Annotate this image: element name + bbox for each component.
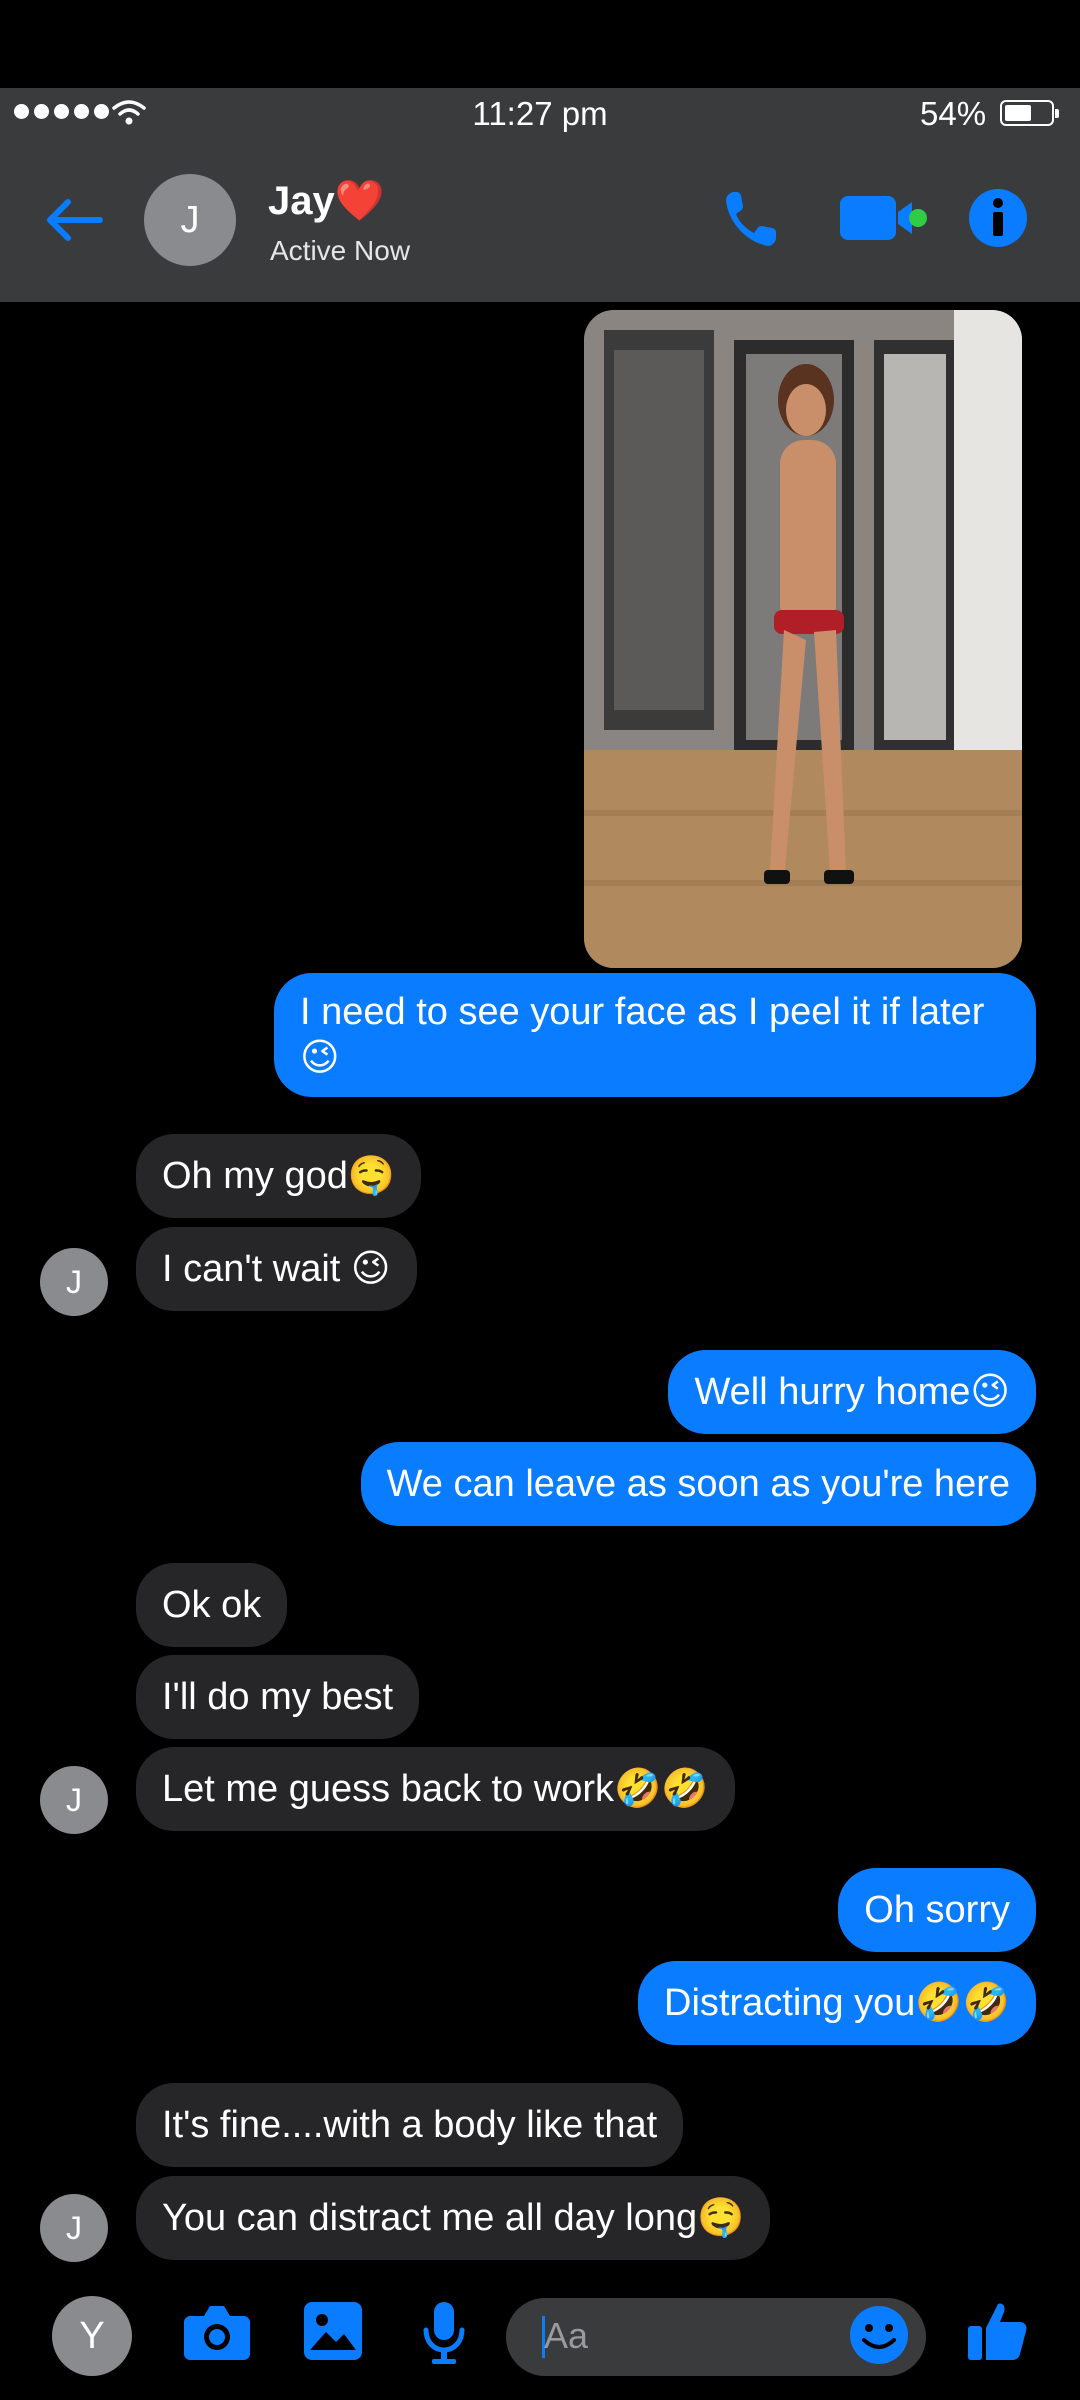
contact-avatar-small[interactable]: J: [40, 1766, 108, 1834]
message-bubble-outgoing[interactable]: Distracting you🤣🤣: [638, 1961, 1036, 2045]
message-bubble-incoming[interactable]: You can distract me all day long🤤: [136, 2176, 771, 2260]
message-text: Ok ok: [162, 1584, 262, 1626]
sent-photo[interactable]: [584, 310, 1022, 968]
message-bubble-outgoing[interactable]: Oh sorry: [838, 1868, 1036, 1952]
top-black-strip: [0, 0, 1080, 88]
self-avatar[interactable]: Y: [52, 2296, 132, 2376]
contact-name-text: Jay: [268, 179, 335, 223]
video-call-icon[interactable]: [838, 186, 930, 250]
message-bubble-incoming[interactable]: I can't wait 😉: [136, 1227, 417, 1311]
message-bubble-incoming[interactable]: It's fine....with a body like that: [136, 2083, 684, 2167]
photo-image: [584, 310, 1022, 968]
message-bubble-incoming[interactable]: Ok ok: [136, 1563, 288, 1647]
message-text: Distracting you🤣🤣: [664, 1982, 1010, 2024]
camera-icon[interactable]: [182, 2300, 252, 2362]
info-icon[interactable]: [966, 186, 1030, 250]
message-bubble-outgoing[interactable]: We can leave as soon as you're here: [360, 1442, 1036, 1526]
message-bubble-incoming[interactable]: Oh my god🤤: [136, 1134, 422, 1218]
contact-avatar[interactable]: J: [144, 174, 236, 266]
message-text: 😉: [300, 1037, 340, 1079]
active-status: Active Now: [270, 235, 411, 266]
message-bubble-outgoing[interactable]: I need to see your face as I peel it if …: [274, 973, 1036, 1097]
phone-call-icon[interactable]: [722, 186, 782, 250]
message-input-placeholder: Aa: [544, 2315, 589, 2356]
message-text: Oh sorry: [864, 1889, 1010, 1931]
microphone-icon[interactable]: [420, 2300, 468, 2366]
message-text: It's fine....with a body like that: [162, 2104, 658, 2146]
message-text: We can leave as soon as you're here: [386, 1463, 1010, 1505]
emoji-icon[interactable]: [848, 2304, 910, 2366]
message-text: I'll do my best: [162, 1676, 394, 1718]
message-text: Let me guess back to work🤣🤣: [162, 1768, 709, 1810]
contact-name[interactable]: Jay❤️: [268, 178, 385, 224]
battery-percent: 54%: [920, 95, 987, 132]
status-time: 11:27 pm: [472, 95, 608, 132]
message-bubble-incoming[interactable]: I'll do my best: [136, 1655, 420, 1739]
message-text: Oh my god🤤: [162, 1155, 396, 1197]
message-text: I need to see your face as I peel it if …: [300, 991, 985, 1033]
gallery-icon[interactable]: [302, 2300, 364, 2362]
thumbs-up-icon[interactable]: [966, 2298, 1030, 2364]
heart-emoji: ❤️: [334, 179, 385, 223]
message-bubble-outgoing[interactable]: Well hurry home😉: [668, 1350, 1036, 1434]
message-bubble-incoming[interactable]: Let me guess back to work🤣🤣: [136, 1747, 735, 1831]
message-text: Well hurry home😉: [694, 1371, 1010, 1413]
contact-avatar-small[interactable]: J: [40, 1248, 108, 1316]
message-text: I can't wait 😉: [162, 1248, 391, 1290]
battery-icon: [1000, 100, 1059, 126]
message-text: You can distract me all day long🤤: [162, 2197, 745, 2239]
contact-avatar-small[interactable]: J: [40, 2194, 108, 2262]
back-arrow-icon[interactable]: [40, 190, 110, 250]
